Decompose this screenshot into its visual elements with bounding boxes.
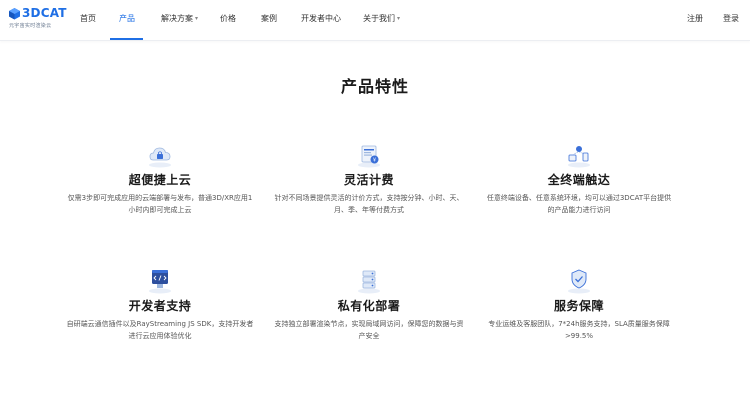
code-icon: [149, 270, 171, 294]
multi-device-icon: [568, 146, 590, 168]
nav-products[interactable]: 产品: [119, 0, 135, 41]
chevron-down-icon: ▾: [397, 15, 401, 22]
logo-mark-icon: [9, 8, 20, 20]
feature-title: 全终端触达: [547, 173, 611, 187]
feature-description: 针对不同场景提供灵活的计价方式，支持按分钟、小时、天、月、季、年等付费方式: [274, 194, 464, 214]
feature-title: 灵活计费: [343, 173, 394, 187]
brand-logo[interactable]: 3DCAT 元宇宙实时渲染云: [8, 6, 72, 34]
login-link[interactable]: 登录: [723, 0, 739, 41]
chevron-down-icon: ▾: [195, 15, 199, 22]
brand-name: 3DCAT: [22, 6, 67, 20]
svg-text:¥: ¥: [373, 157, 376, 163]
feature-title: 开发者支持: [128, 299, 192, 313]
nav-solutions[interactable]: 解决方案 ▾: [161, 0, 198, 41]
nav-home[interactable]: 首页: [80, 0, 96, 41]
top-nav: 3DCAT 元宇宙实时渲染云 首页 产品 解决方案 ▾ 价格 案例 开发者中心 关…: [0, 0, 750, 41]
billing-icon: ¥: [358, 145, 380, 168]
register-link[interactable]: 注册: [687, 0, 703, 41]
feature-description: 任意终端设备、任意系统环境，均可以通过3DCAT平台提供的产品能力进行访问: [486, 194, 672, 214]
feature-description: 支持独立部署渲染节点，实现局域网访问，保障您的数据与资产安全: [274, 320, 464, 340]
nav-about-label: 关于我们: [363, 14, 395, 23]
section-title: 产品特性: [340, 77, 409, 96]
server-icon: [358, 270, 380, 294]
brand-tagline: 元宇宙实时渲染云: [9, 23, 52, 29]
feature-title: 私有化部署: [337, 299, 401, 313]
shield-icon: [568, 269, 590, 294]
feature-title: 超便捷上云: [128, 173, 192, 187]
feature-title: 服务保障: [553, 299, 604, 313]
active-tab-indicator: [110, 38, 143, 40]
feature-description: 仅需3步即可完成应用的云端部署与发布，普通3D/XR应用1小时内即可完成上云: [67, 194, 253, 214]
feature-description: 专业运维及客服团队，7*24h服务支持，SLA质量服务保障>99.5%: [488, 320, 670, 340]
nav-developer-center[interactable]: 开发者中心: [301, 0, 341, 41]
nav-pricing[interactable]: 价格: [220, 0, 236, 41]
nav-solutions-label: 解决方案: [161, 14, 193, 23]
nav-about[interactable]: 关于我们 ▾: [363, 0, 400, 41]
nav-cases[interactable]: 案例: [261, 0, 277, 41]
feature-description: 自研端云通信插件以及RayStreaming JS SDK，支持开发者进行云应用…: [66, 320, 254, 340]
cloud-icon: [149, 147, 171, 168]
